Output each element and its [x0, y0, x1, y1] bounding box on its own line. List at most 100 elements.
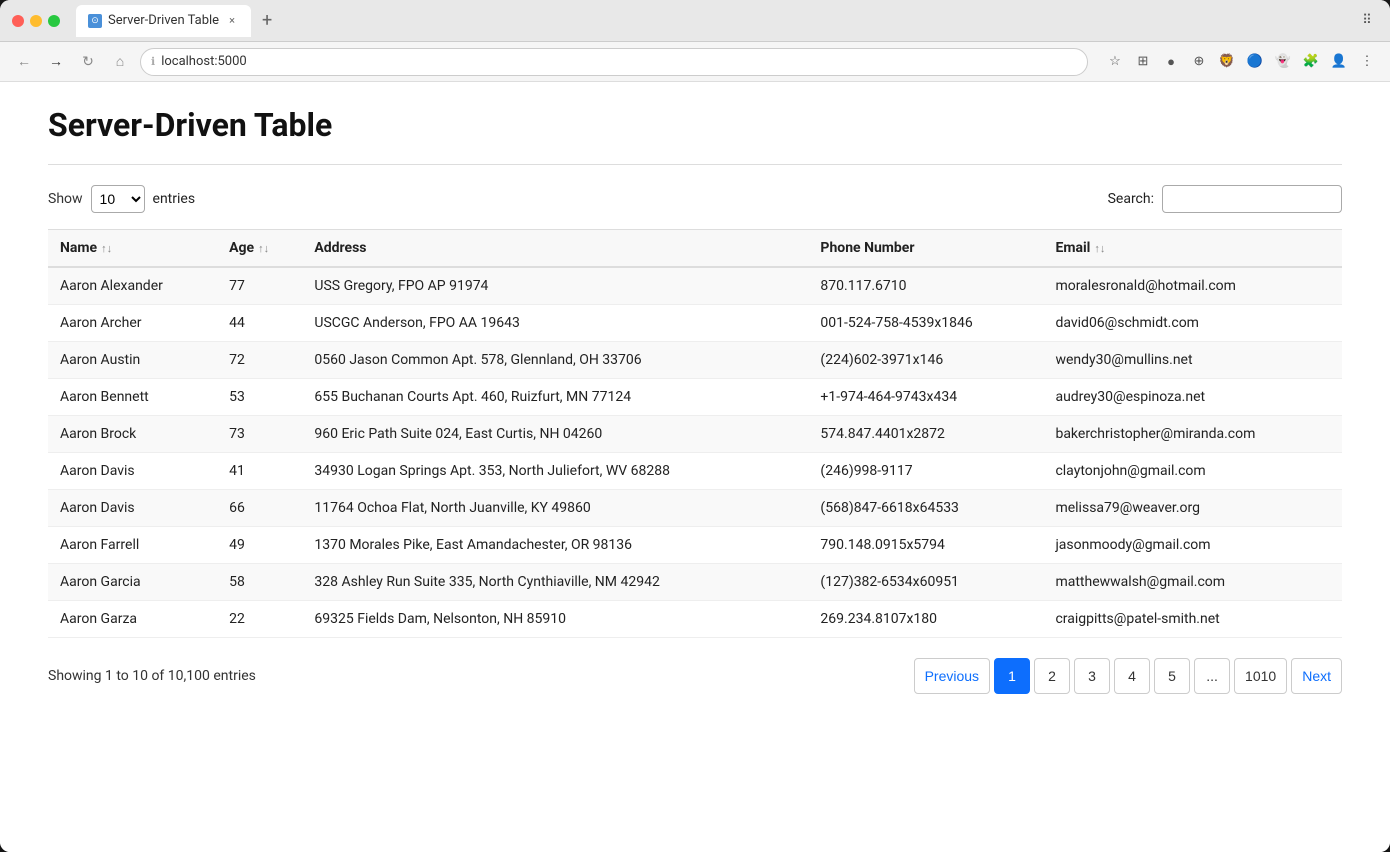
cell-email: melissa79@weaver.org: [1043, 490, 1342, 527]
address-bar[interactable]: ℹ localhost:5000: [140, 48, 1088, 76]
cell-address: USS Gregory, FPO AP 91974: [302, 267, 808, 305]
page-2-button[interactable]: 2: [1034, 658, 1070, 694]
cell-phone: (127)382-6534x60951: [808, 564, 1043, 601]
tab-bar: ⊙ Server-Driven Table × +: [76, 5, 1348, 37]
maximize-window-button[interactable]: [48, 15, 60, 27]
new-tab-button[interactable]: +: [255, 9, 279, 33]
cell-address: 34930 Logan Springs Apt. 353, North Juli…: [302, 453, 808, 490]
col-header-age[interactable]: Age ↑↓: [217, 230, 302, 268]
reload-button[interactable]: ↻: [76, 50, 100, 74]
cell-address: 960 Eric Path Suite 024, East Curtis, NH…: [302, 416, 808, 453]
cell-phone: (246)998-9117: [808, 453, 1043, 490]
home-button[interactable]: ⌂: [108, 50, 132, 74]
puzzle-icon[interactable]: 🧩: [1300, 51, 1322, 73]
col-header-address: Address: [302, 230, 808, 268]
email-sort-icon: ↑↓: [1094, 242, 1105, 255]
cell-email: wendy30@mullins.net: [1043, 342, 1342, 379]
cell-phone: 269.234.8107x180: [808, 601, 1043, 638]
table-row: Aaron Garcia58328 Ashley Run Suite 335, …: [48, 564, 1342, 601]
user-avatar[interactable]: 👤: [1328, 51, 1350, 73]
profile-icon[interactable]: ●: [1160, 51, 1182, 73]
ghost-icon[interactable]: 👻: [1272, 51, 1294, 73]
tab-title: Server-Driven Table: [108, 13, 219, 28]
header-row: Name ↑↓ Age ↑↓ Address: [48, 230, 1342, 268]
search-label: Search:: [1108, 191, 1154, 207]
cell-phone: 870.117.6710: [808, 267, 1043, 305]
bookmark-icon[interactable]: ☆: [1104, 51, 1126, 73]
cell-phone: (224)602-3971x146: [808, 342, 1043, 379]
cell-name: Aaron Austin: [48, 342, 217, 379]
table-row: Aaron Brock73960 Eric Path Suite 024, Ea…: [48, 416, 1342, 453]
tab-close-button[interactable]: ×: [225, 14, 239, 28]
cell-age: 53: [217, 379, 302, 416]
forward-button[interactable]: →: [44, 50, 68, 74]
title-divider: [48, 164, 1342, 165]
search-input[interactable]: [1162, 185, 1342, 213]
data-table: Name ↑↓ Age ↑↓ Address: [48, 229, 1342, 638]
entries-per-page-select[interactable]: 10 25 50 100: [91, 185, 145, 213]
url-display: localhost:5000: [161, 54, 247, 69]
table-row: Aaron Garza2269325 Fields Dam, Nelsonton…: [48, 601, 1342, 638]
age-sort-icon: ↑↓: [258, 242, 269, 255]
page-4-button[interactable]: 4: [1114, 658, 1150, 694]
shield-icon[interactable]: ⊕: [1188, 51, 1210, 73]
tab-favicon-icon: ⊙: [88, 14, 102, 28]
cell-name: Aaron Brock: [48, 416, 217, 453]
browser-window: ⊙ Server-Driven Table × + ⠿ ← → ↻ ⌂ ℹ lo…: [0, 0, 1390, 852]
active-tab[interactable]: ⊙ Server-Driven Table ×: [76, 5, 251, 37]
cell-address: 328 Ashley Run Suite 335, North Cynthiav…: [302, 564, 808, 601]
next-button[interactable]: Next: [1291, 658, 1342, 694]
page-1-button[interactable]: 1: [994, 658, 1030, 694]
cell-address: 11764 Ochoa Flat, North Juanville, KY 49…: [302, 490, 808, 527]
table-row: Aaron Archer44USCGC Anderson, FPO AA 196…: [48, 305, 1342, 342]
traffic-lights: [12, 15, 60, 27]
page-1010-button[interactable]: 1010: [1234, 658, 1287, 694]
col-header-name[interactable]: Name ↑↓: [48, 230, 217, 268]
cell-email: audrey30@espinoza.net: [1043, 379, 1342, 416]
cell-name: Aaron Bennett: [48, 379, 217, 416]
extensions-icon[interactable]: ⊞: [1132, 51, 1154, 73]
page-title: Server-Driven Table: [48, 106, 1342, 144]
cell-address: 0560 Jason Common Apt. 578, Glennland, O…: [302, 342, 808, 379]
show-label: Show: [48, 191, 83, 207]
cell-email: matthewwalsh@gmail.com: [1043, 564, 1342, 601]
cell-phone: 574.847.4401x2872: [808, 416, 1043, 453]
page-3-button[interactable]: 3: [1074, 658, 1110, 694]
pagination-row: Showing 1 to 10 of 10,100 entries Previo…: [48, 658, 1342, 694]
table-header: Name ↑↓ Age ↑↓ Address: [48, 230, 1342, 268]
browser-menu-icon[interactable]: ⠿: [1356, 10, 1378, 32]
cell-email: craigpitts@patel-smith.net: [1043, 601, 1342, 638]
previous-button[interactable]: Previous: [914, 658, 990, 694]
more-menu-icon[interactable]: ⋮: [1356, 51, 1378, 73]
addon-icon[interactable]: 🔵: [1244, 51, 1266, 73]
cell-name: Aaron Davis: [48, 453, 217, 490]
minimize-window-button[interactable]: [30, 15, 42, 27]
table-row: Aaron Davis6611764 Ochoa Flat, North Jua…: [48, 490, 1342, 527]
brave-icon[interactable]: 🦁: [1216, 51, 1238, 73]
back-button[interactable]: ←: [12, 50, 36, 74]
cell-age: 73: [217, 416, 302, 453]
cell-email: moralesronald@hotmail.com: [1043, 267, 1342, 305]
cell-phone: (568)847-6618x64533: [808, 490, 1043, 527]
table-row: Aaron Alexander77USS Gregory, FPO AP 919…: [48, 267, 1342, 305]
page-content: Server-Driven Table Show 10 25 50 100 en…: [0, 82, 1390, 852]
cell-email: jasonmoody@gmail.com: [1043, 527, 1342, 564]
cell-address: 655 Buchanan Courts Apt. 460, Ruizfurt, …: [302, 379, 808, 416]
cell-name: Aaron Archer: [48, 305, 217, 342]
col-header-email[interactable]: Email ↑↓: [1043, 230, 1342, 268]
cell-phone: 001-524-758-4539x1846: [808, 305, 1043, 342]
cell-age: 41: [217, 453, 302, 490]
cell-age: 22: [217, 601, 302, 638]
table-row: Aaron Bennett53655 Buchanan Courts Apt. …: [48, 379, 1342, 416]
lock-icon: ℹ: [151, 55, 155, 68]
cell-age: 58: [217, 564, 302, 601]
cell-name: Aaron Davis: [48, 490, 217, 527]
cell-age: 49: [217, 527, 302, 564]
browser-titlebar: ⊙ Server-Driven Table × + ⠿: [0, 0, 1390, 42]
browser-toolbar: ← → ↻ ⌂ ℹ localhost:5000 ☆ ⊞ ● ⊕ 🦁 🔵 👻 🧩…: [0, 42, 1390, 82]
page-5-button[interactable]: 5: [1154, 658, 1190, 694]
pagination-buttons: Previous 1 2 3 4 5 ... 1010 Next: [914, 658, 1342, 694]
close-window-button[interactable]: [12, 15, 24, 27]
name-sort-icon: ↑↓: [101, 242, 112, 255]
table-row: Aaron Farrell491370 Morales Pike, East A…: [48, 527, 1342, 564]
